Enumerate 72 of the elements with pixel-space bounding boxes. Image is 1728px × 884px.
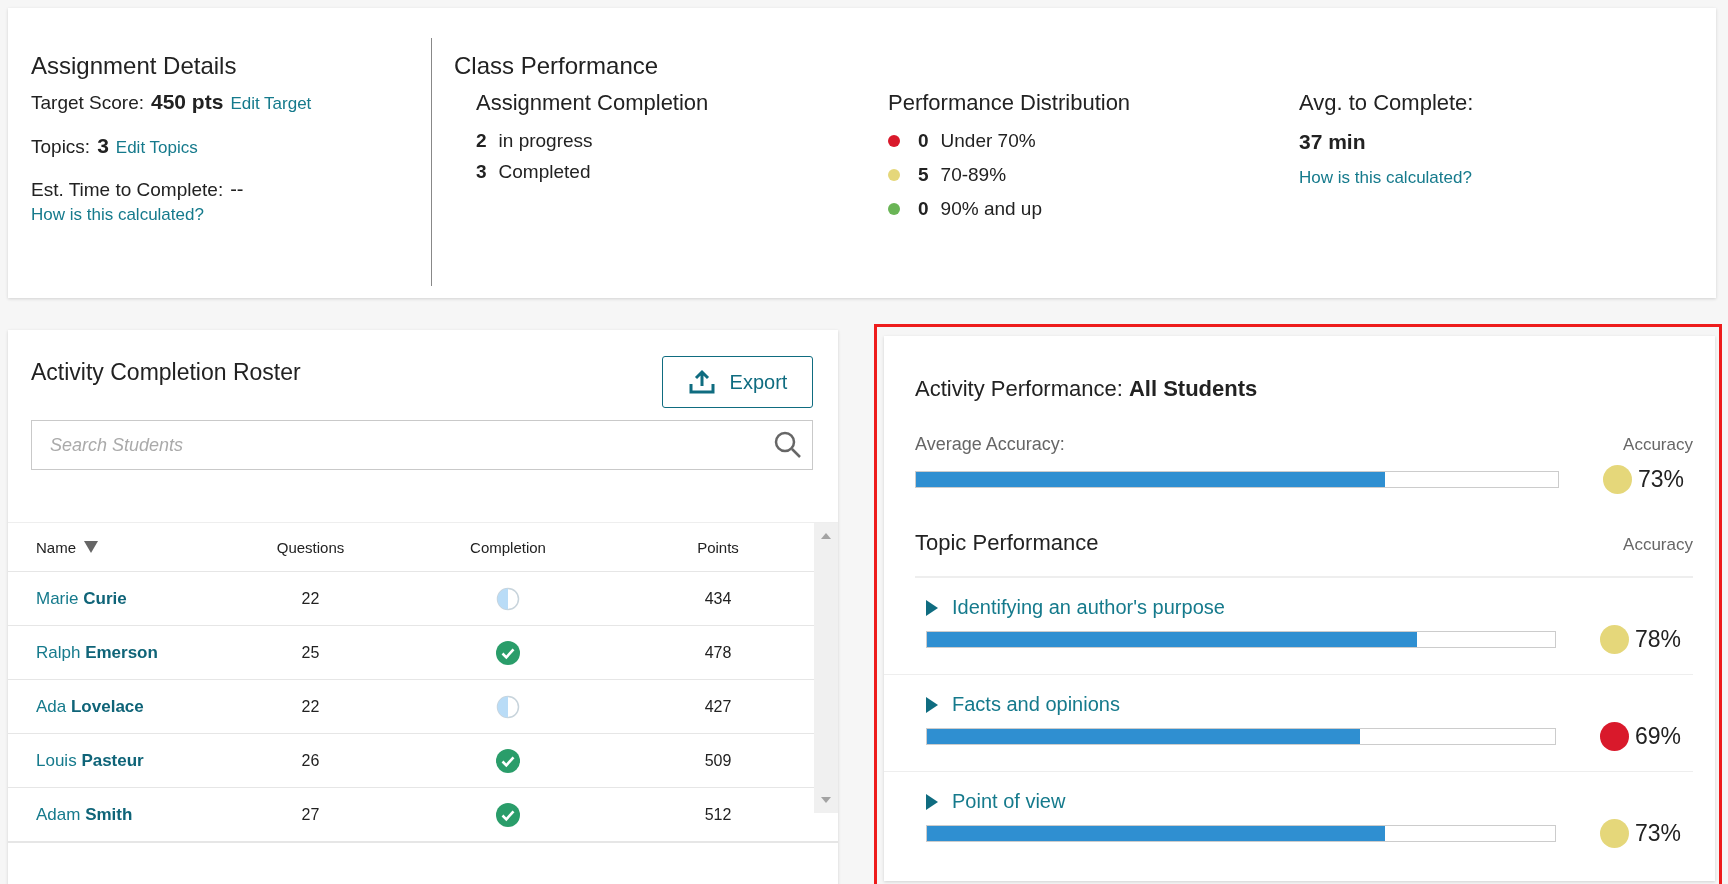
column-title: Assignment Completion xyxy=(476,90,710,116)
section-title: Class Performance xyxy=(454,52,660,80)
sort-down-icon[interactable] xyxy=(84,541,98,553)
topic-link[interactable]: Point of view xyxy=(926,790,1693,813)
column-header[interactable]: Questions xyxy=(276,538,345,556)
points-cell: 509 xyxy=(704,751,732,770)
est-time-label: Est. Time to Complete: xyxy=(31,179,224,201)
average-accuracy-label: Average Accuracy: xyxy=(915,434,1065,455)
accuracy-header: Accuracy xyxy=(1623,435,1693,455)
topic-link[interactable]: Identifying an author's purpose xyxy=(926,596,1693,619)
expand-triangle-icon xyxy=(926,793,938,810)
topics-value: 3 xyxy=(97,134,109,158)
column-header[interactable]: Name xyxy=(36,538,76,556)
points-cell: 427 xyxy=(704,697,732,716)
questions-cell: 25 xyxy=(301,643,320,662)
export-button[interactable]: Export xyxy=(662,356,813,408)
expand-triangle-icon xyxy=(926,599,938,616)
half-circle-icon xyxy=(496,694,520,719)
topic-link[interactable]: Facts and opinions xyxy=(926,693,1693,716)
edit-topics-link[interactable]: Edit Topics xyxy=(115,138,198,158)
student-name-link[interactable]: Adam Smith xyxy=(36,804,133,825)
calculation-help-link[interactable]: How is this calculated? xyxy=(1299,168,1472,187)
check-circle-icon xyxy=(496,802,520,827)
stat-count: 3 xyxy=(476,161,487,183)
scrollbar[interactable] xyxy=(814,523,838,813)
section-title: Assignment Details xyxy=(31,52,238,80)
column-title: Performance Distribution xyxy=(888,90,1132,116)
column-title: Avg. to Complete: xyxy=(1299,90,1474,116)
points-cell: 512 xyxy=(704,805,732,824)
check-circle-icon xyxy=(496,748,520,773)
stat-label: 70-89% xyxy=(940,164,1007,186)
upload-icon xyxy=(687,369,716,395)
accuracy-header: Accuracy xyxy=(1623,535,1693,555)
topic-performance-title: Topic Performance xyxy=(915,530,1099,556)
topics-label: Topics: xyxy=(31,136,91,158)
column-header[interactable]: Points xyxy=(697,538,739,556)
questions-cell: 22 xyxy=(301,589,320,608)
est-time-value: -- xyxy=(230,178,244,201)
check-circle-icon xyxy=(496,640,520,665)
student-name-link[interactable]: Marie Curie xyxy=(36,588,127,609)
accuracy-value: 69% xyxy=(1635,723,1682,750)
student-name-link[interactable]: Louis Pasteur xyxy=(36,750,144,771)
stat-label: Completed xyxy=(498,161,591,183)
stat-label: in progress xyxy=(498,130,593,152)
stat-label: Under 70% xyxy=(940,130,1036,152)
half-circle-icon xyxy=(496,586,520,611)
roster-title: Activity Completion Roster xyxy=(31,359,301,387)
search-icon xyxy=(773,430,803,460)
student-name-link[interactable]: Ralph Emerson xyxy=(36,642,158,663)
questions-cell: 27 xyxy=(301,805,320,824)
questions-cell: 22 xyxy=(301,697,320,716)
target-score-label: Target Score: xyxy=(31,92,144,114)
student-name-link[interactable]: Ada Lovelace xyxy=(36,696,144,717)
points-cell: 434 xyxy=(704,589,732,608)
accuracy-value: 73% xyxy=(1635,820,1682,847)
stat-count: 0 xyxy=(918,130,929,152)
calculation-help-link[interactable]: How is this calculated? xyxy=(31,205,204,224)
performance-title: Activity Performance: All Students xyxy=(915,376,1259,402)
accuracy-value: 73% xyxy=(1638,466,1685,493)
search-field[interactable]: Search Students xyxy=(31,420,813,470)
points-cell: 478 xyxy=(704,643,732,662)
target-score-value: 450 pts xyxy=(151,90,224,114)
stat-count: 2 xyxy=(476,130,487,152)
column-header[interactable]: Completion xyxy=(470,538,546,556)
stat-label: 90% and up xyxy=(940,198,1042,220)
avg-time-value: 37 min xyxy=(1299,130,1367,154)
stat-count: 0 xyxy=(918,198,929,220)
questions-cell: 26 xyxy=(301,751,320,770)
accuracy-value: 78% xyxy=(1635,626,1682,653)
stat-count: 5 xyxy=(918,164,929,186)
expand-triangle-icon xyxy=(926,696,938,713)
edit-target-link[interactable]: Edit Target xyxy=(230,94,312,114)
